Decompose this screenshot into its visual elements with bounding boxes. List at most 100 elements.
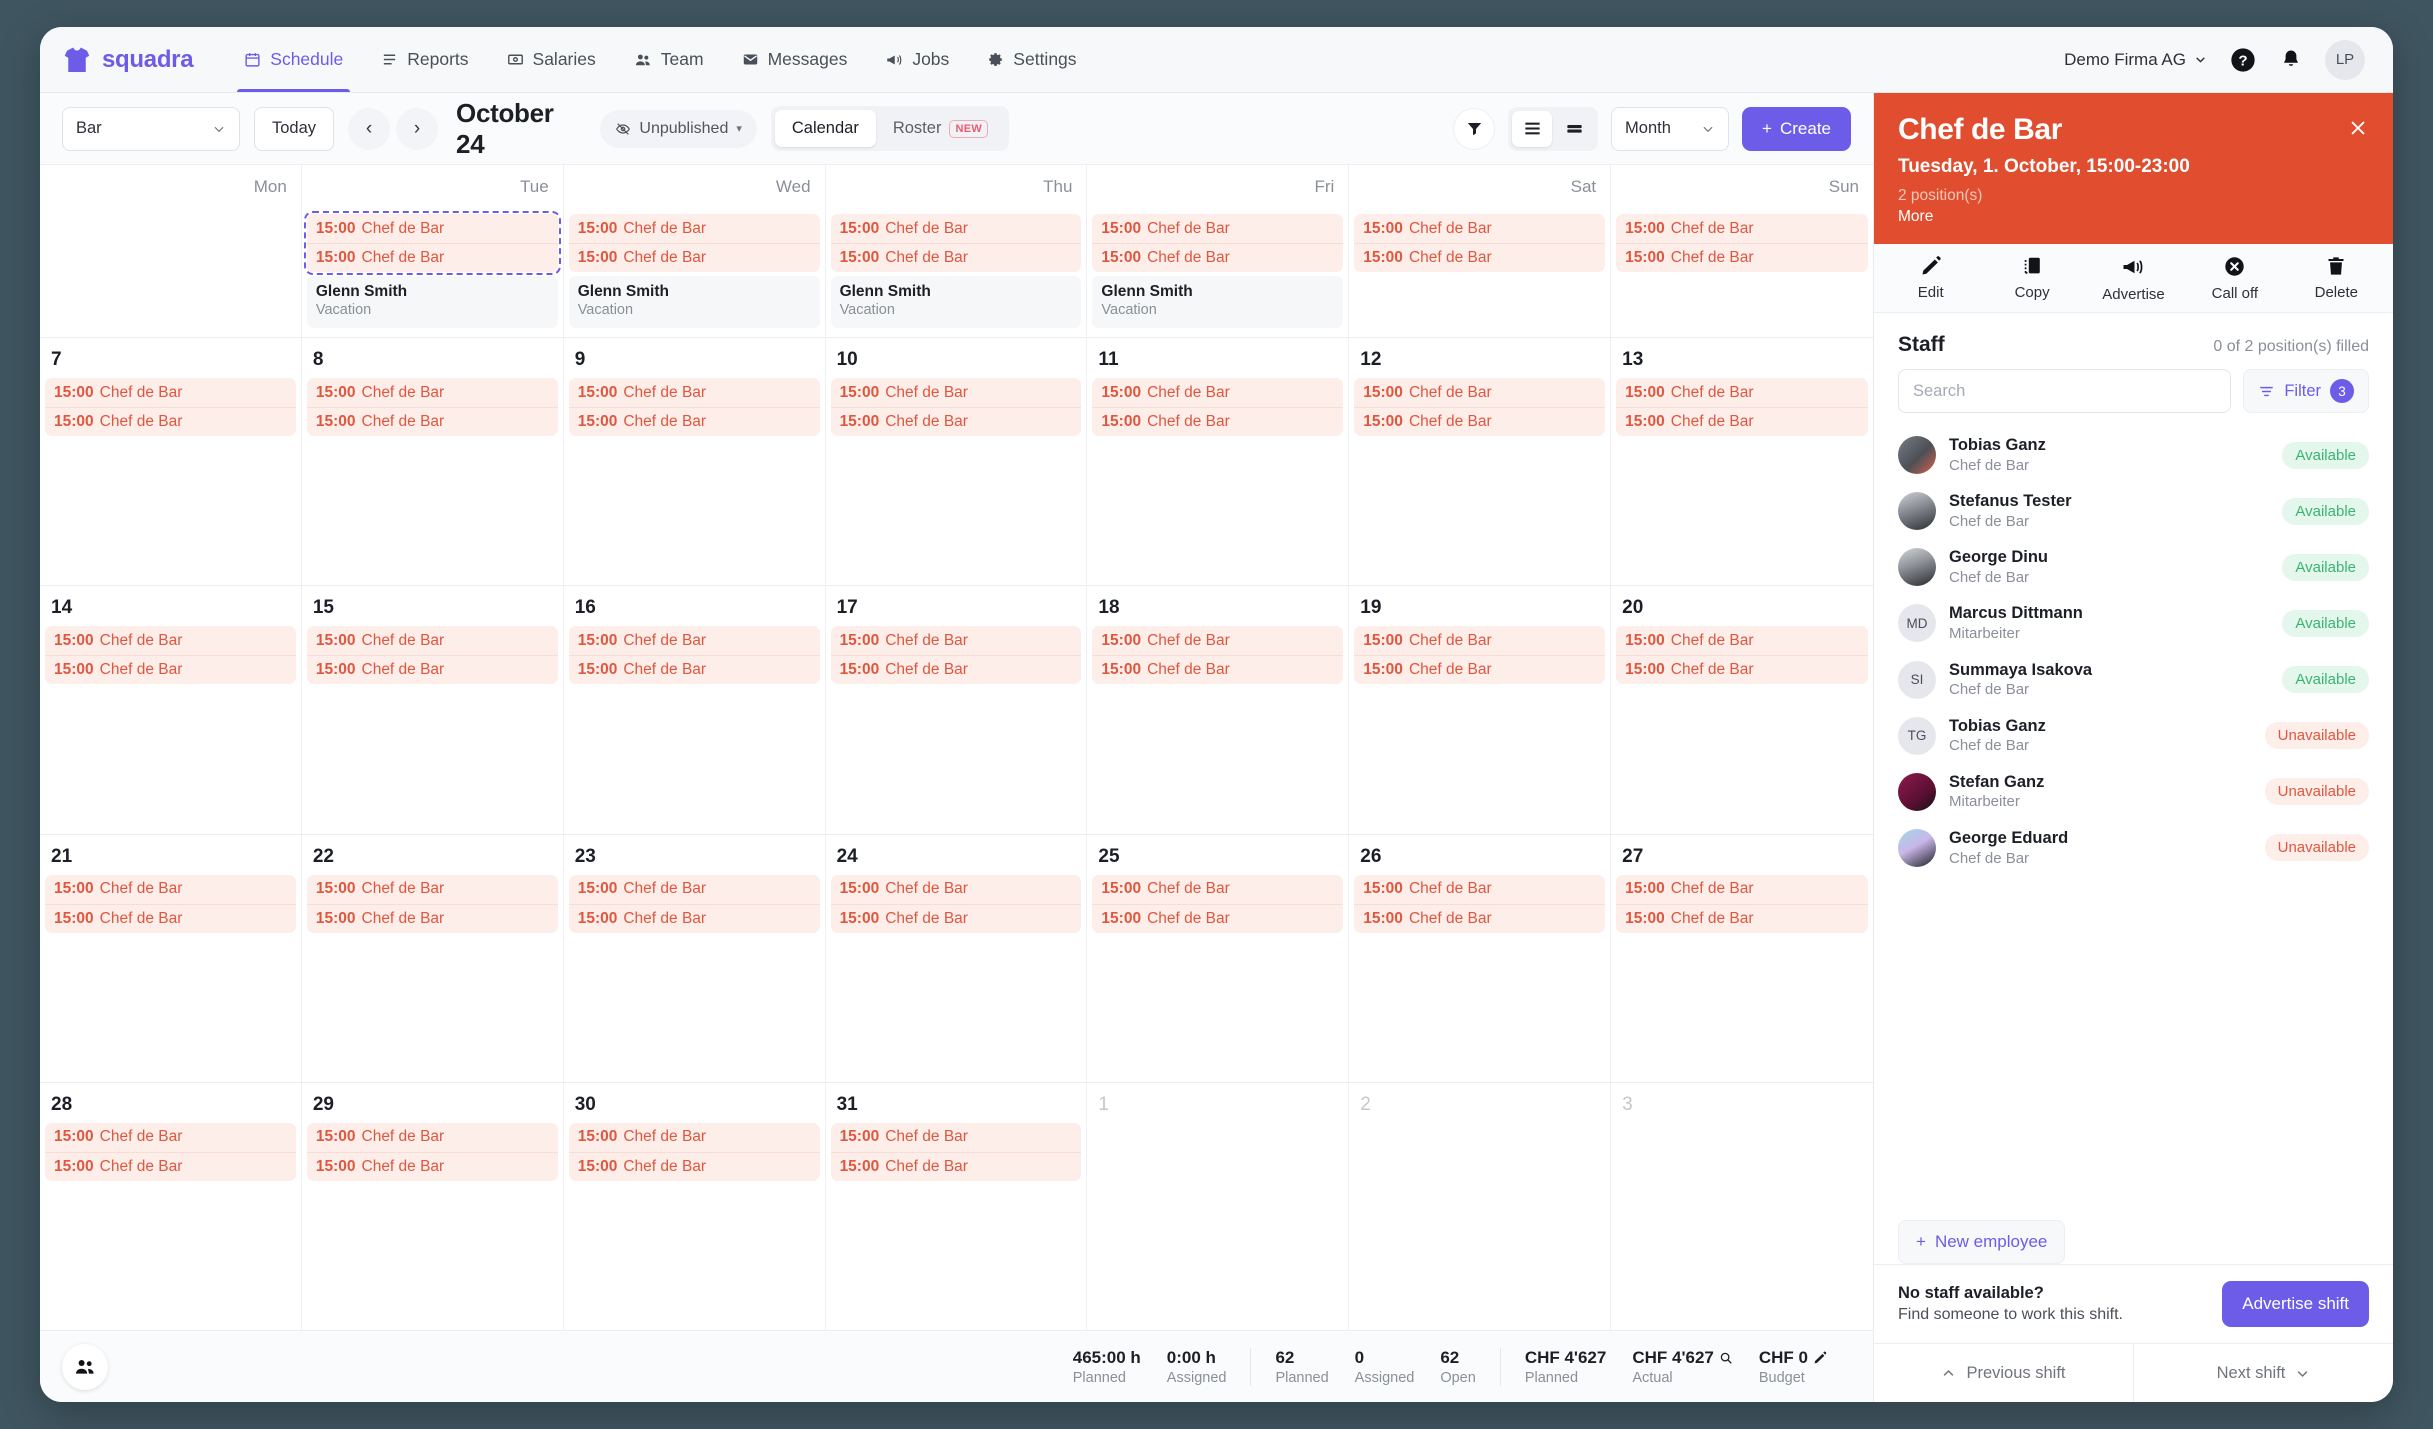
staff-list-item[interactable]: George Dinu Chef de Bar Available	[1892, 539, 2375, 595]
shift-chip[interactable]: 15:00 Chef de Bar	[1092, 407, 1344, 436]
advertise-shift-button[interactable]: Advertise shift	[2222, 1281, 2369, 1327]
shift-group[interactable]: 15:00 Chef de Bar 15:00 Chef de Bar	[1092, 214, 1344, 272]
nav-item-team[interactable]: Team	[617, 27, 721, 92]
staff-list-item[interactable]: Stefanus Tester Chef de Bar Available	[1892, 483, 2375, 539]
shift-chip[interactable]: 15:00 Chef de Bar	[831, 875, 1082, 904]
shift-group[interactable]: 15:00 Chef de Bar 15:00 Chef de Bar	[1092, 626, 1344, 685]
shift-group[interactable]: 15:00 Chef de Bar 15:00 Chef de Bar	[830, 1122, 1082, 1181]
staff-list-item[interactable]: MD Marcus Dittmann Mitarbeiter Available	[1892, 595, 2375, 651]
shift-chip[interactable]: 15:00 Chef de Bar	[831, 1123, 1082, 1152]
shift-chip[interactable]: 15:00 Chef de Bar	[1092, 903, 1344, 933]
nav-item-reports[interactable]: Reports	[364, 27, 485, 92]
shift-group[interactable]: 15:00 Chef de Bar 15:00 Chef de Bar	[568, 626, 820, 685]
filter-button[interactable]	[1453, 107, 1496, 150]
calendar-day-cell[interactable]: 19 15:00 Chef de Bar 15:00 Chef de Bar	[1349, 586, 1612, 834]
shift-group[interactable]: 15:00 Chef de Bar 15:00 Chef de Bar	[45, 378, 296, 436]
shift-chip[interactable]: 15:00 Chef de Bar	[45, 875, 296, 904]
shift-chip[interactable]: 15:00 Chef de Bar	[830, 243, 1082, 272]
staff-list-item[interactable]: Stefan Ganz Mitarbeiter Unavailable	[1892, 764, 2375, 820]
shift-group[interactable]: 15:00 Chef de Bar 15:00 Chef de Bar	[306, 626, 558, 685]
new-employee-button[interactable]: + New employee	[1898, 1220, 2066, 1264]
shift-group[interactable]: 15:00 Chef de Bar 15:00 Chef de Bar	[568, 378, 820, 436]
search-icon[interactable]	[1719, 1351, 1733, 1365]
calendar-day-cell[interactable]: 15:00 Chef de Bar 15:00 Chef de Bar	[1349, 209, 1612, 337]
people-fab-button[interactable]	[62, 1343, 108, 1390]
shift-chip[interactable]: 15:00 Chef de Bar	[45, 407, 296, 436]
shift-group[interactable]: 15:00 Chef de Bar 15:00 Chef de Bar	[830, 874, 1082, 933]
shift-chip[interactable]: 15:00 Chef de Bar	[307, 875, 558, 904]
shift-chip[interactable]: 15:00 Chef de Bar	[1354, 903, 1606, 933]
shift-chip[interactable]: 15:00 Chef de Bar	[307, 626, 558, 655]
shift-chip[interactable]: 15:00 Chef de Bar	[568, 243, 820, 272]
shift-group[interactable]: 15:00 Chef de Bar 15:00 Chef de Bar	[1616, 378, 1868, 436]
range-select[interactable]: Month	[1611, 106, 1730, 151]
calendar-day-cell[interactable]: 14 15:00 Chef de Bar 15:00 Chef de Bar	[40, 586, 302, 834]
staff-list-item[interactable]: TG Tobias Ganz Chef de Bar Unavailable	[1892, 708, 2375, 764]
panel-more-link[interactable]: More	[1898, 208, 2369, 226]
shift-group[interactable]: 15:00 Chef de Bar 15:00 Chef de Bar	[45, 626, 296, 685]
shift-chip[interactable]: 15:00 Chef de Bar	[569, 1123, 820, 1152]
shift-group[interactable]: 15:00 Chef de Bar 15:00 Chef de Bar	[568, 214, 820, 272]
calendar-day-cell[interactable]: 15:00 Chef de Bar 15:00 Chef de Bar Glenn Sm…	[302, 209, 564, 337]
calendar-day-cell[interactable]: 18 15:00 Chef de Bar 15:00 Chef de Bar	[1087, 586, 1350, 834]
calendar-day-cell[interactable]: 30 15:00 Chef de Bar 15:00 Chef de Bar	[564, 1082, 826, 1330]
brand-logo[interactable]: squadra	[62, 27, 227, 92]
calendar-day-cell[interactable]: 8 15:00 Chef de Bar 15:00 Chef de Bar	[302, 338, 564, 586]
calendar-day-cell[interactable]: 27 15:00 Chef de Bar 15:00 Chef de Bar	[1611, 835, 1873, 1082]
shift-chip[interactable]: 15:00 Chef de Bar	[45, 903, 296, 933]
shift-chip[interactable]: 15:00 Chef de Bar	[1354, 243, 1606, 272]
shift-group[interactable]: 15:00 Chef de Bar 15:00 Chef de Bar	[303, 211, 561, 275]
shift-chip[interactable]: 15:00 Chef de Bar	[45, 626, 296, 655]
delete-action-button[interactable]: Delete	[2286, 255, 2387, 303]
staff-list-item[interactable]: George Eduard Chef de Bar Unavailable	[1892, 820, 2375, 876]
calendar-day-cell[interactable]: 26 15:00 Chef de Bar 15:00 Chef de Bar	[1349, 834, 1612, 1082]
calendar-day-cell[interactable]: 17 15:00 Chef de Bar 15:00 Chef de Bar	[826, 586, 1088, 834]
compact-view-button[interactable]	[1554, 111, 1594, 147]
shift-group[interactable]: 15:00 Chef de Bar 15:00 Chef de Bar	[1616, 214, 1868, 272]
nav-item-messages[interactable]: Messages	[725, 27, 865, 92]
nav-item-salaries[interactable]: Salaries	[490, 27, 613, 92]
calendar-day-cell[interactable]: 10 15:00 Chef de Bar 15:00 Chef de Bar	[826, 338, 1088, 586]
shift-chip[interactable]: 15:00 Chef de Bar	[307, 378, 558, 407]
calendar-day-cell[interactable]: 24 15:00 Chef de Bar 15:00 Chef de Bar	[826, 834, 1088, 1082]
shift-chip[interactable]: 15:00 Chef de Bar	[306, 243, 558, 272]
shift-chip[interactable]: 15:00 Chef de Bar	[45, 655, 296, 684]
shift-chip[interactable]: 15:00 Chef de Bar	[830, 655, 1082, 684]
calendar-day-cell[interactable]: 23 15:00 Chef de Bar 15:00 Chef de Bar	[564, 834, 826, 1082]
today-button[interactable]: Today	[254, 106, 335, 151]
shift-group[interactable]: 15:00 Chef de Bar 15:00 Chef de Bar	[568, 874, 820, 933]
tab-calendar[interactable]: Calendar	[774, 110, 876, 147]
shift-chip[interactable]: 15:00 Chef de Bar	[1092, 214, 1343, 243]
calendar-day-cell[interactable]: 7 15:00 Chef de Bar 15:00 Chef de Bar	[40, 338, 302, 586]
shift-group[interactable]: 15:00 Chef de Bar 15:00 Chef de Bar	[568, 1122, 820, 1181]
shift-chip[interactable]: 15:00 Chef de Bar	[568, 407, 820, 436]
shift-chip[interactable]: 15:00 Chef de Bar	[307, 1123, 558, 1152]
shift-chip[interactable]: 15:00 Chef de Bar	[569, 626, 820, 655]
shift-chip[interactable]: 15:00 Chef de Bar	[306, 903, 558, 933]
calendar-day-cell[interactable]: 22 15:00 Chef de Bar 15:00 Chef de Bar	[302, 834, 564, 1082]
shift-chip[interactable]: 15:00 Chef de Bar	[1354, 407, 1606, 436]
shift-chip[interactable]: 15:00 Chef de Bar	[1092, 243, 1344, 272]
shift-chip[interactable]: 15:00 Chef de Bar	[1092, 626, 1343, 655]
calendar-day-cell[interactable]: 31 15:00 Chef de Bar 15:00 Chef de Bar	[826, 1082, 1088, 1330]
shift-group[interactable]: 15:00 Chef de Bar 15:00 Chef de Bar	[1616, 626, 1868, 685]
shift-chip[interactable]: 15:00 Chef de Bar	[569, 875, 820, 904]
calendar-day-cell[interactable]: 12 15:00 Chef de Bar 15:00 Chef de Bar	[1349, 338, 1612, 586]
shift-group[interactable]: 15:00 Chef de Bar 15:00 Chef de Bar	[830, 214, 1082, 272]
shift-group[interactable]: 15:00 Chef de Bar 15:00 Chef de Bar	[45, 874, 296, 933]
shift-chip[interactable]: 15:00 Chef de Bar	[1354, 655, 1606, 684]
shift-chip[interactable]: 15:00 Chef de Bar	[1616, 903, 1868, 933]
previous-shift-button[interactable]: Previous shift	[1874, 1344, 2133, 1402]
staff-list-item[interactable]: Tobias Ganz Chef de Bar Available	[1892, 427, 2375, 483]
shift-group[interactable]: 15:00 Chef de Bar 15:00 Chef de Bar	[830, 378, 1082, 436]
shift-group[interactable]: 15:00 Chef de Bar 15:00 Chef de Bar	[306, 1122, 558, 1181]
publish-status-dropdown[interactable]: Unpublished ▾	[600, 109, 757, 148]
shift-chip[interactable]: 15:00 Chef de Bar	[831, 626, 1082, 655]
shift-group[interactable]: 15:00 Chef de Bar 15:00 Chef de Bar	[830, 626, 1082, 685]
shift-chip[interactable]: 15:00 Chef de Bar	[45, 378, 296, 407]
shift-chip[interactable]: 15:00 Chef de Bar	[830, 407, 1082, 436]
absence-chip[interactable]: Glenn Smith Vacation	[568, 276, 820, 329]
calendar-day-cell[interactable]: 3	[1611, 1083, 1873, 1330]
shift-chip[interactable]: 15:00 Chef de Bar	[1616, 214, 1868, 243]
shift-chip[interactable]: 15:00 Chef de Bar	[1092, 875, 1343, 904]
